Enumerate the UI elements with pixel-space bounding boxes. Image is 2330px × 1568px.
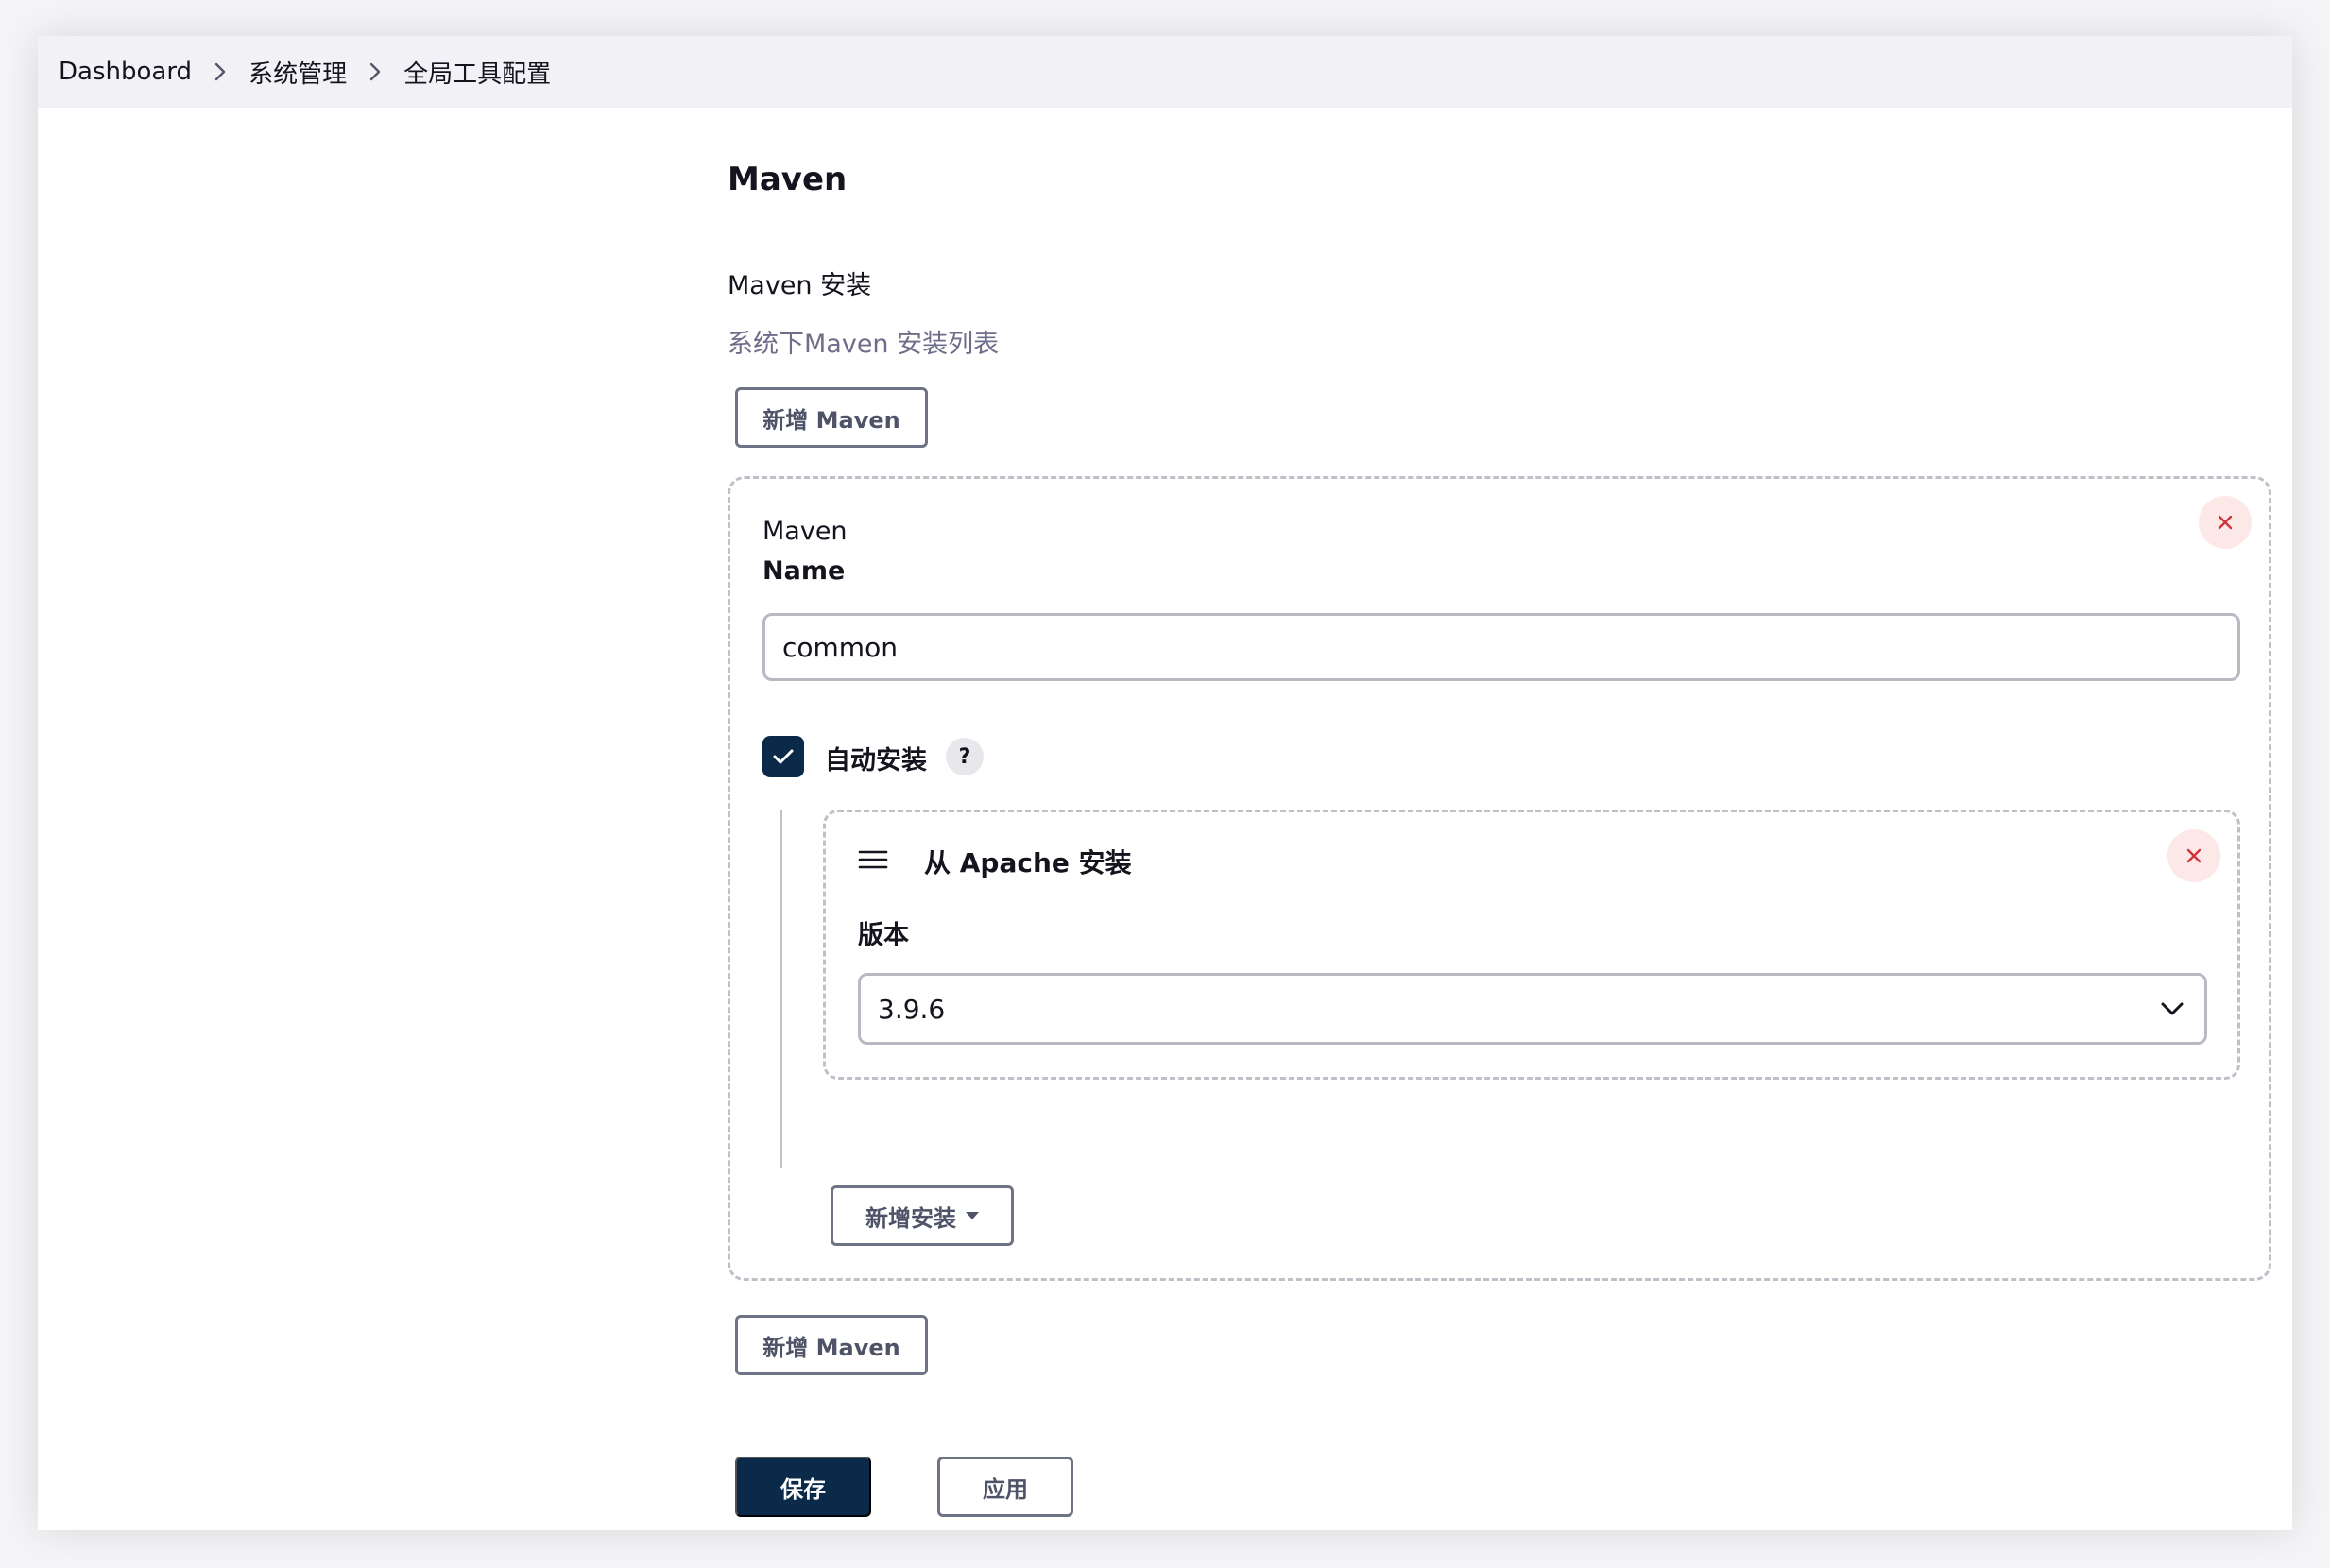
drag-handle-icon[interactable] [858,848,888,871]
chevron-down-icon [2161,1002,2184,1015]
installer-title: 从 Apache 安装 [924,847,1132,878]
section-subtitle: Maven 安装 [728,271,872,300]
maven-installation-card: Maven Name common 自动安装 ? 从 Apache 安装 版本 … [728,476,2271,1281]
breadcrumb-item-dashboard[interactable]: Dashboard [59,58,192,86]
chevron-right-icon [347,60,403,83]
add-maven-button-top[interactable]: 新增 Maven [735,387,928,448]
installer-card: 从 Apache 安装 版本 3.9.6 [823,810,2240,1080]
add-maven-button-bottom[interactable]: 新增 Maven [735,1315,928,1375]
name-label: Name [762,556,846,586]
add-installer-button[interactable]: 新增安装 [831,1185,1014,1246]
auto-install-label[interactable]: 自动安装 [825,740,927,776]
section-description: 系统下Maven 安装列表 [728,330,1000,359]
card-title: Maven [762,517,848,546]
close-icon[interactable] [2167,829,2220,882]
version-select-value: 3.9.6 [878,993,946,1025]
breadcrumb-item-global-tool-config[interactable]: 全局工具配置 [403,55,551,90]
version-select[interactable]: 3.9.6 [858,973,2207,1045]
name-input[interactable]: common [762,613,2240,681]
close-icon[interactable] [2199,496,2252,549]
help-icon[interactable]: ? [946,738,984,775]
chevron-right-icon [192,60,248,83]
app-window: Dashboard 系统管理 全局工具配置 Maven Maven 安装 系统下… [38,36,2292,1530]
auto-install-checkbox[interactable] [762,736,804,777]
section-title: Maven [728,161,848,198]
check-icon [773,749,794,764]
apply-button[interactable]: 应用 [937,1457,1073,1517]
breadcrumb: Dashboard 系统管理 全局工具配置 [38,36,2292,108]
save-button[interactable]: 保存 [735,1457,871,1517]
version-label: 版本 [858,921,909,950]
nest-divider [780,810,782,1168]
caret-down-icon [966,1212,979,1219]
breadcrumb-item-system-management[interactable]: 系统管理 [248,55,347,90]
add-installer-label: 新增安装 [865,1204,956,1232]
